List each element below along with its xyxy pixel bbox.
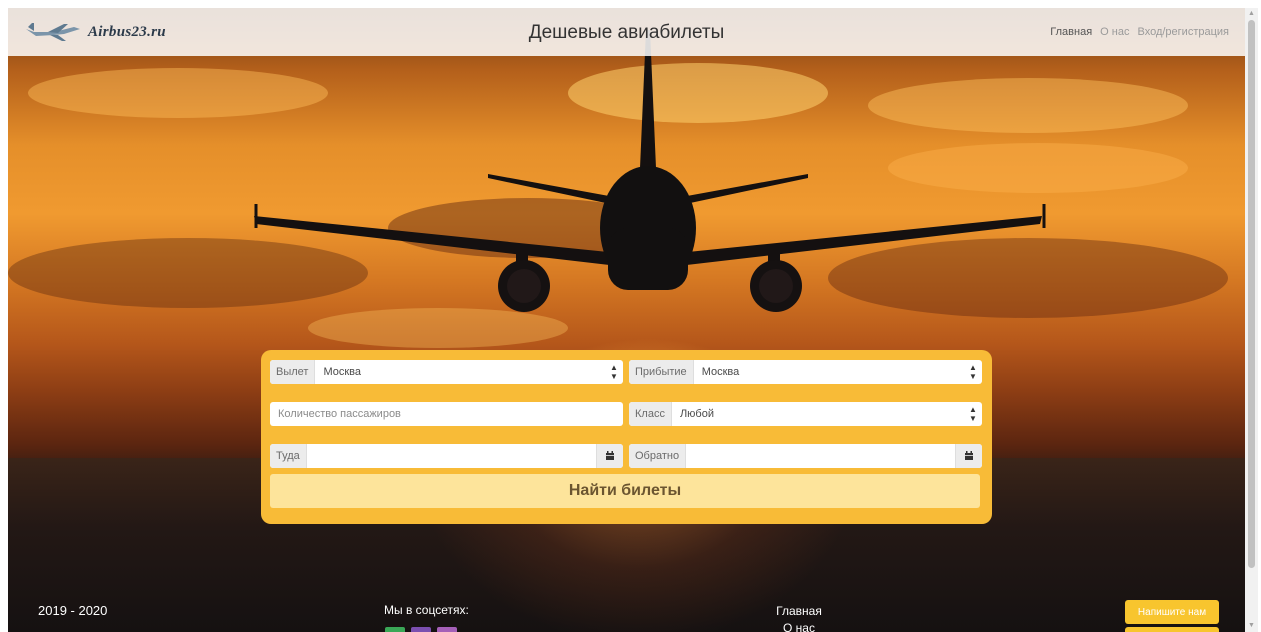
departure-value: Москва <box>323 366 362 378</box>
class-select[interactable]: Класс Любой ▲ ▼ <box>629 402 982 426</box>
date-back-value <box>686 444 955 468</box>
select-caret-icon: ▲ ▼ <box>610 363 618 381</box>
vertical-scrollbar[interactable]: ▲ ▼ <box>1245 8 1258 632</box>
calendar-icon[interactable] <box>596 444 623 468</box>
nav-links: Главная О нас Вход/регистрация <box>1050 26 1229 38</box>
social-icons <box>385 627 457 632</box>
date-back-input[interactable]: Обратно <box>629 444 982 468</box>
departure-label: Вылет <box>270 360 316 384</box>
page: Airbus23.ru Дешевые авиабилеты Главная О… <box>0 0 1261 632</box>
date-there-label: Туда <box>270 444 307 468</box>
select-caret-icon: ▲ ▼ <box>969 363 977 381</box>
calendar-icon[interactable] <box>955 444 982 468</box>
class-label: Класс <box>629 402 672 426</box>
hero-sunset-background <box>8 8 1245 632</box>
select-caret-icon: ▲ ▼ <box>969 405 977 423</box>
date-there-input[interactable]: Туда <box>270 444 623 468</box>
arrival-value: Москва <box>701 366 740 378</box>
purple-social-icon[interactable] <box>411 627 431 632</box>
footer-links: Главная О нас <box>760 603 838 632</box>
social-title: Мы в соцсетях: <box>384 603 469 617</box>
nav-link-home[interactable]: Главная <box>1050 26 1092 38</box>
top-navbar: Airbus23.ru Дешевые авиабилеты Главная О… <box>8 8 1245 56</box>
pink-social-icon[interactable] <box>437 627 457 632</box>
nav-link-login[interactable]: Вход/регистрация <box>1137 26 1229 38</box>
airplane-silhouette <box>254 30 1046 312</box>
nav-link-about[interactable]: О нас <box>1100 26 1129 38</box>
footer-link-about[interactable]: О нас <box>760 620 838 632</box>
scrollbar-thumb[interactable] <box>1248 20 1255 568</box>
footer-link-home[interactable]: Главная <box>760 603 838 620</box>
find-tickets-button[interactable]: Найти билеты <box>270 474 980 508</box>
arrival-select[interactable]: Прибытие Москва ▲ ▼ <box>629 360 982 384</box>
date-there-value <box>307 444 596 468</box>
class-value: Любой <box>679 408 714 420</box>
date-back-label: Обратно <box>629 444 687 468</box>
ticket-search-form: Вылет Москва ▲ ▼ Прибытие Москва ▲ ▼ Колич… <box>261 350 992 524</box>
passengers-input[interactable]: Количество пассажиров <box>270 402 623 426</box>
secondary-footer-button[interactable] <box>1125 627 1219 632</box>
passengers-placeholder: Количество пассажиров <box>278 408 401 420</box>
contact-us-button[interactable]: Напишите нам <box>1125 600 1219 624</box>
departure-select[interactable]: Вылет Москва ▲ ▼ <box>270 360 623 384</box>
green-social-icon[interactable] <box>385 627 405 632</box>
arrival-label: Прибытие <box>629 360 694 384</box>
scroll-up-arrow-icon[interactable]: ▲ <box>1248 10 1255 18</box>
footer-years: 2019 - 2020 <box>38 603 108 618</box>
scroll-down-arrow-icon[interactable]: ▼ <box>1248 622 1255 630</box>
